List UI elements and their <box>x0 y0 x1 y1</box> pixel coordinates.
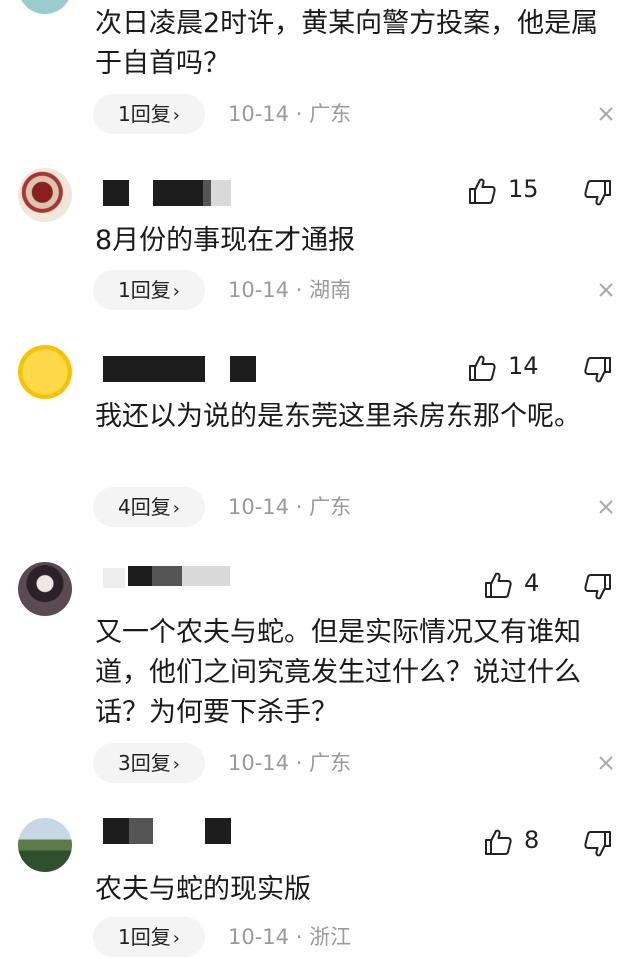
replies-label: 1回复 <box>118 278 171 302</box>
chevron-right-icon: › <box>172 105 180 126</box>
comment-meta: 10-14 · 湖南 <box>228 270 351 310</box>
close-icon[interactable] <box>595 496 617 518</box>
meta-separator: · <box>295 925 303 949</box>
meta-separator: · <box>295 102 303 126</box>
redacted-username <box>230 356 256 382</box>
redacted-username <box>153 180 203 206</box>
like-count: 8 <box>524 826 540 854</box>
thumbs-up-icon[interactable] <box>467 353 497 383</box>
comment-text: 我还以为说的是东莞这里杀房东那个呢。 <box>95 401 581 432</box>
redacted-username <box>103 356 205 382</box>
comment-meta: 10-14 · 广东 <box>228 743 351 783</box>
like-count: 14 <box>508 352 539 380</box>
thumbs-up-icon[interactable] <box>467 176 497 206</box>
comment-meta: 10-14 · 广东 <box>228 487 351 527</box>
close-icon[interactable] <box>595 752 617 774</box>
replies-button[interactable]: 1回复 › <box>93 917 205 957</box>
chevron-right-icon: › <box>172 754 180 775</box>
thumbs-up-icon[interactable] <box>483 827 513 857</box>
avatar[interactable] <box>18 0 72 14</box>
comment-date: 10-14 <box>228 495 290 519</box>
thumbs-down-icon[interactable] <box>583 572 613 602</box>
thumbs-down-icon[interactable] <box>583 355 613 385</box>
thumbs-down-icon[interactable] <box>583 829 613 859</box>
redacted-username <box>211 180 231 206</box>
comment-meta: 10-14 · 广东 <box>228 94 351 134</box>
comment-date: 10-14 <box>228 925 290 949</box>
comment-location: 浙江 <box>309 925 352 949</box>
close-icon[interactable] <box>595 103 617 125</box>
comment-text: 次日凌晨2时许，黄某向警方投案，他是属于自首吗？ <box>95 8 599 79</box>
avatar[interactable] <box>18 818 72 872</box>
close-icon[interactable] <box>595 279 617 301</box>
replies-label: 1回复 <box>118 102 171 126</box>
redacted-username <box>129 818 153 844</box>
comment-text: 又一个农夫与蛇。但是实际情况又有谁知道，他们之间究竟发生过什么？说过什么话？为何… <box>95 617 581 728</box>
replies-button[interactable]: 1回复 › <box>93 270 205 310</box>
replies-label: 3回复 <box>118 751 171 775</box>
meta-separator: · <box>295 495 303 519</box>
redacted-username <box>205 818 231 844</box>
meta-separator: · <box>295 751 303 775</box>
chevron-right-icon: › <box>172 281 180 302</box>
redacted-username <box>203 180 211 206</box>
meta-separator: · <box>295 278 303 302</box>
avatar[interactable] <box>18 168 72 222</box>
replies-label: 1回复 <box>118 925 171 949</box>
thumbs-down-icon[interactable] <box>583 178 613 208</box>
comment-location: 广东 <box>309 751 352 775</box>
replies-button[interactable]: 3回复 › <box>93 743 205 783</box>
chevron-right-icon: › <box>172 928 180 949</box>
comment-location: 广东 <box>309 495 352 519</box>
like-count: 4 <box>524 569 540 597</box>
redacted-username <box>103 180 129 206</box>
replies-button[interactable]: 1回复 › <box>93 94 205 134</box>
replies-label: 4回复 <box>118 495 171 519</box>
comment-text: 8月份的事现在才通报 <box>95 225 356 256</box>
redacted-username <box>103 568 125 588</box>
comment-location: 湖南 <box>309 278 352 302</box>
like-count: 15 <box>508 175 539 203</box>
avatar[interactable] <box>18 345 72 399</box>
redacted-username <box>103 818 129 844</box>
redacted-username <box>152 566 182 586</box>
comment-date: 10-14 <box>228 751 290 775</box>
avatar[interactable] <box>18 562 72 616</box>
comment-text: 农夫与蛇的现实版 <box>95 874 311 905</box>
chevron-right-icon: › <box>172 498 180 519</box>
thumbs-up-icon[interactable] <box>483 570 513 600</box>
redacted-username <box>182 566 230 586</box>
comment-date: 10-14 <box>228 102 290 126</box>
replies-button[interactable]: 4回复 › <box>93 487 205 527</box>
comment-date: 10-14 <box>228 278 290 302</box>
comment-meta: 10-14 · 浙江 <box>228 917 351 957</box>
comment-location: 广东 <box>309 102 352 126</box>
redacted-username <box>128 566 152 586</box>
